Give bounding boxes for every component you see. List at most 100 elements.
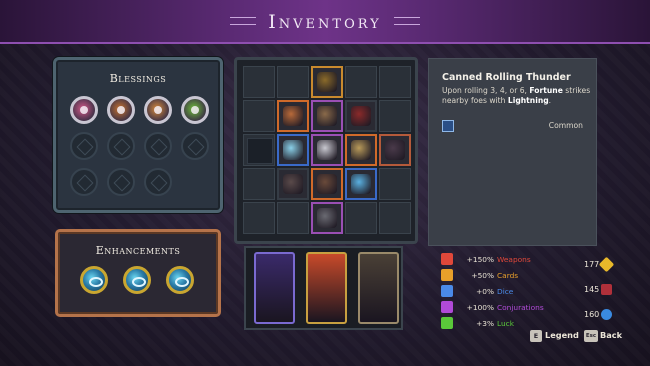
empty-blessing-slot bbox=[144, 132, 172, 160]
ring-enhancement-icon bbox=[89, 277, 103, 287]
item-rarity: Common bbox=[548, 121, 583, 130]
inventory-cell[interactable] bbox=[243, 168, 275, 200]
sack-item-icon bbox=[317, 106, 337, 126]
map-item-icon bbox=[351, 140, 371, 160]
dice-rarity-icon bbox=[442, 120, 454, 132]
bomb-item[interactable] bbox=[277, 168, 309, 200]
enhancement-slot[interactable] bbox=[166, 266, 194, 294]
stat-value: +100% bbox=[466, 303, 494, 312]
scroll-item[interactable] bbox=[277, 100, 309, 132]
legend-button[interactable]: Legend bbox=[545, 330, 579, 340]
inventory-cell[interactable] bbox=[345, 202, 377, 234]
desc-part-1: Upon rolling 3, 4, or 6, bbox=[442, 86, 527, 95]
plant-pot-item-icon bbox=[317, 72, 337, 92]
stat-value: +3% bbox=[476, 319, 494, 328]
page-title: Inventory bbox=[268, 11, 382, 33]
inventory-cell[interactable] bbox=[243, 202, 275, 234]
soul-orb-icon bbox=[601, 309, 612, 320]
weapon-stat-icon bbox=[441, 253, 453, 265]
item-detail-panel: Canned Rolling Thunder Upon rolling 3, 4… bbox=[428, 58, 597, 246]
inventory-cell[interactable] bbox=[379, 100, 411, 132]
enhancement-slot[interactable] bbox=[123, 266, 151, 294]
scroll-item-icon bbox=[283, 106, 303, 126]
enhancement-slot[interactable] bbox=[80, 266, 108, 294]
title-bar: Inventory bbox=[0, 0, 650, 44]
luck-stat-icon bbox=[441, 317, 453, 329]
inventory-cell[interactable] bbox=[379, 66, 411, 98]
back-key[interactable]: Esc bbox=[584, 330, 598, 342]
stat-value: +50% bbox=[471, 271, 494, 280]
spiderweb-item[interactable] bbox=[311, 134, 343, 166]
horn-item-icon bbox=[317, 208, 337, 228]
spiderweb-item-icon bbox=[317, 140, 337, 160]
dice-card[interactable] bbox=[358, 252, 399, 324]
red-chest-item-icon bbox=[351, 106, 371, 126]
title-ornament-right bbox=[394, 17, 420, 25]
item-detail-description: Upon rolling 3, 4, or 6, Fortune strikes… bbox=[442, 86, 592, 106]
inventory-cell[interactable] bbox=[345, 66, 377, 98]
inventory-cell[interactable] bbox=[243, 100, 275, 132]
blessing-slot[interactable] bbox=[181, 96, 209, 124]
stat-row: +3% Luck bbox=[441, 317, 561, 331]
conjuration-stat-icon bbox=[441, 301, 453, 313]
inventory-cell[interactable] bbox=[379, 202, 411, 234]
resource-value: 160 bbox=[584, 310, 600, 319]
enhancements-title: Enhancements bbox=[95, 244, 181, 257]
enhancements-panel: Enhancements bbox=[55, 229, 221, 317]
stat-value: +150% bbox=[466, 255, 494, 264]
stat-label: Weapons bbox=[497, 255, 531, 264]
stat-label: Luck bbox=[497, 319, 515, 328]
blessing-slot[interactable] bbox=[144, 96, 172, 124]
stat-row: +0% Dice bbox=[441, 285, 561, 299]
empty-slot-marker bbox=[247, 138, 273, 164]
card-hand bbox=[244, 246, 403, 330]
canned-thunder-item[interactable] bbox=[345, 168, 377, 200]
resource-value: 145 bbox=[584, 285, 600, 294]
map-item[interactable] bbox=[345, 134, 377, 166]
dark-orb-item-icon bbox=[385, 140, 405, 160]
resource-value: 177 bbox=[584, 260, 600, 269]
heart-blessing-icon bbox=[80, 106, 88, 114]
cloud-item-icon bbox=[283, 140, 303, 160]
inventory-grid bbox=[234, 57, 418, 244]
empty-blessing-slot bbox=[70, 132, 98, 160]
stat-label: Cards bbox=[497, 271, 519, 280]
inventory-cell[interactable] bbox=[277, 202, 309, 234]
card-stat-icon bbox=[441, 269, 453, 281]
stat-label: Dice bbox=[497, 287, 514, 296]
red-chest-item[interactable] bbox=[345, 100, 377, 132]
blessings-title: Blessings bbox=[109, 72, 167, 85]
empty-blessing-slot bbox=[181, 132, 209, 160]
stat-row: +50% Cards bbox=[441, 269, 561, 283]
stat-label: Conjurations bbox=[497, 303, 544, 312]
empty-blessing-slot bbox=[70, 168, 98, 196]
cloud-item[interactable] bbox=[277, 134, 309, 166]
desc-fortune: Fortune bbox=[529, 86, 563, 95]
blessing-slot[interactable] bbox=[70, 96, 98, 124]
back-button[interactable]: Back bbox=[600, 330, 622, 340]
plant-pot-item[interactable] bbox=[311, 66, 343, 98]
inventory-cell[interactable] bbox=[277, 66, 309, 98]
inventory-cell[interactable] bbox=[379, 168, 411, 200]
item-detail-title: Canned Rolling Thunder bbox=[442, 72, 571, 83]
horn-item[interactable] bbox=[311, 202, 343, 234]
sword-card[interactable] bbox=[254, 252, 295, 324]
ring-enhancement-icon bbox=[132, 277, 146, 287]
blessings-panel: Blessings bbox=[53, 57, 223, 213]
dark-orb-item[interactable] bbox=[379, 134, 411, 166]
cauldron-item-icon bbox=[317, 174, 337, 194]
desc-part-3: . bbox=[548, 96, 552, 105]
chest-resource-icon bbox=[601, 284, 612, 295]
cauldron-item[interactable] bbox=[311, 168, 343, 200]
bomb-item-icon bbox=[283, 174, 303, 194]
stat-row: +150% Weapons bbox=[441, 253, 561, 267]
legend-key[interactable]: E bbox=[530, 330, 542, 342]
fire-monster-card[interactable] bbox=[306, 252, 347, 324]
sack-item[interactable] bbox=[311, 100, 343, 132]
empty-blessing-slot bbox=[107, 168, 135, 196]
blessing-slot[interactable] bbox=[107, 96, 135, 124]
empty-blessing-slot bbox=[144, 168, 172, 196]
dice-stat-icon bbox=[441, 285, 453, 297]
cross-blessing-icon bbox=[191, 106, 199, 114]
inventory-cell[interactable] bbox=[243, 66, 275, 98]
